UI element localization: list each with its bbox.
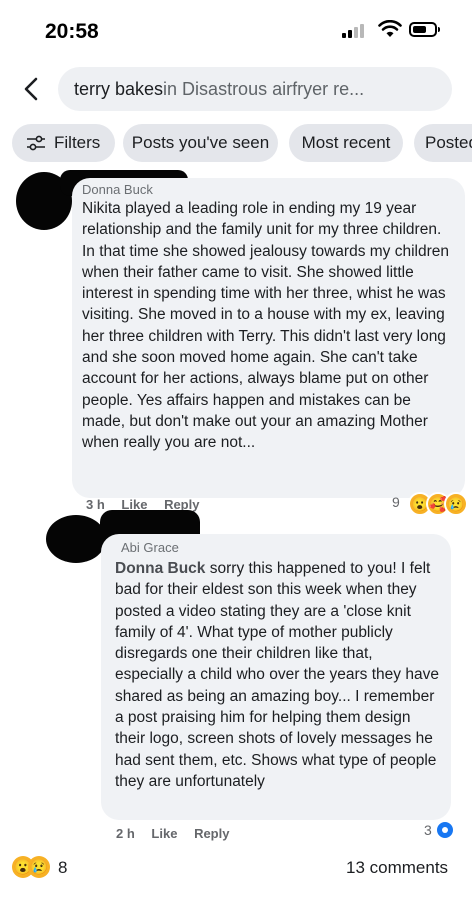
posted-chip[interactable]: Posted: [414, 124, 472, 162]
most-recent-label: Most recent: [301, 133, 391, 152]
most-recent-chip[interactable]: Most recent: [289, 124, 403, 162]
like-button[interactable]: Like: [151, 826, 177, 841]
posts-seen-label: Posts you've seen: [131, 133, 270, 152]
search-query: terry bakes: [74, 78, 164, 99]
comments-count[interactable]: 13 comments: [346, 858, 448, 878]
reaction-icons[interactable]: [435, 820, 455, 840]
comment: Donna Buck Nikita played a leading role …: [0, 170, 472, 516]
reaction-icons[interactable]: 😮 🥰 😢: [408, 492, 468, 516]
reply-bubble: Abi Grace Donna Buck sorry this happened…: [101, 534, 451, 820]
clock: 20:58: [45, 20, 99, 43]
cellular-signal-icon: [342, 22, 368, 38]
filters-chip[interactable]: Filters: [12, 124, 115, 162]
sliders-icon: [27, 135, 45, 151]
like-icon: [435, 820, 455, 840]
reaction-count[interactable]: 3: [424, 822, 432, 838]
search-header: terry bakes in Disastrous airfryer re...: [0, 64, 472, 114]
post-reaction-count[interactable]: 8: [58, 858, 67, 878]
mention-tag[interactable]: Donna Buck: [115, 560, 205, 577]
comment-actions: 2 h Like Reply: [116, 826, 242, 841]
comment-author[interactable]: Abi Grace: [121, 540, 441, 556]
comment-time: 2 h: [116, 826, 135, 841]
reaction-count[interactable]: 9: [392, 494, 400, 510]
post-footer: 😮 😢 8 13 comments: [0, 848, 472, 900]
sad-icon: 😢: [28, 856, 50, 878]
back-button[interactable]: [14, 72, 48, 106]
comment-text: Nikita played a leading role in ending m…: [82, 200, 450, 452]
posted-label: Posted: [425, 133, 472, 152]
reply-button[interactable]: Reply: [194, 826, 229, 841]
filter-chips: Filters Posts you've seen Most recent Po…: [0, 124, 472, 164]
post-reactions[interactable]: 😮 😢: [12, 856, 50, 878]
search-context: in Disastrous airfryer re...: [163, 78, 365, 99]
comment-bubble: Donna Buck Nikita played a leading role …: [72, 178, 465, 498]
battery-icon: [409, 22, 440, 37]
posts-seen-chip[interactable]: Posts you've seen: [123, 124, 278, 162]
filters-label: Filters: [54, 133, 101, 152]
comment-text: sorry this happened to you! I felt bad f…: [115, 560, 439, 790]
wifi-icon: [378, 20, 402, 37]
status-bar: 20:58: [0, 0, 472, 62]
search-input[interactable]: terry bakes in Disastrous airfryer re...: [58, 67, 452, 111]
comment-author[interactable]: Donna Buck: [82, 182, 455, 198]
chevron-left-icon: [24, 77, 38, 101]
sad-icon: 😢: [444, 492, 468, 516]
comment-time: 3 h: [86, 497, 105, 512]
avatar[interactable]: [46, 515, 106, 563]
